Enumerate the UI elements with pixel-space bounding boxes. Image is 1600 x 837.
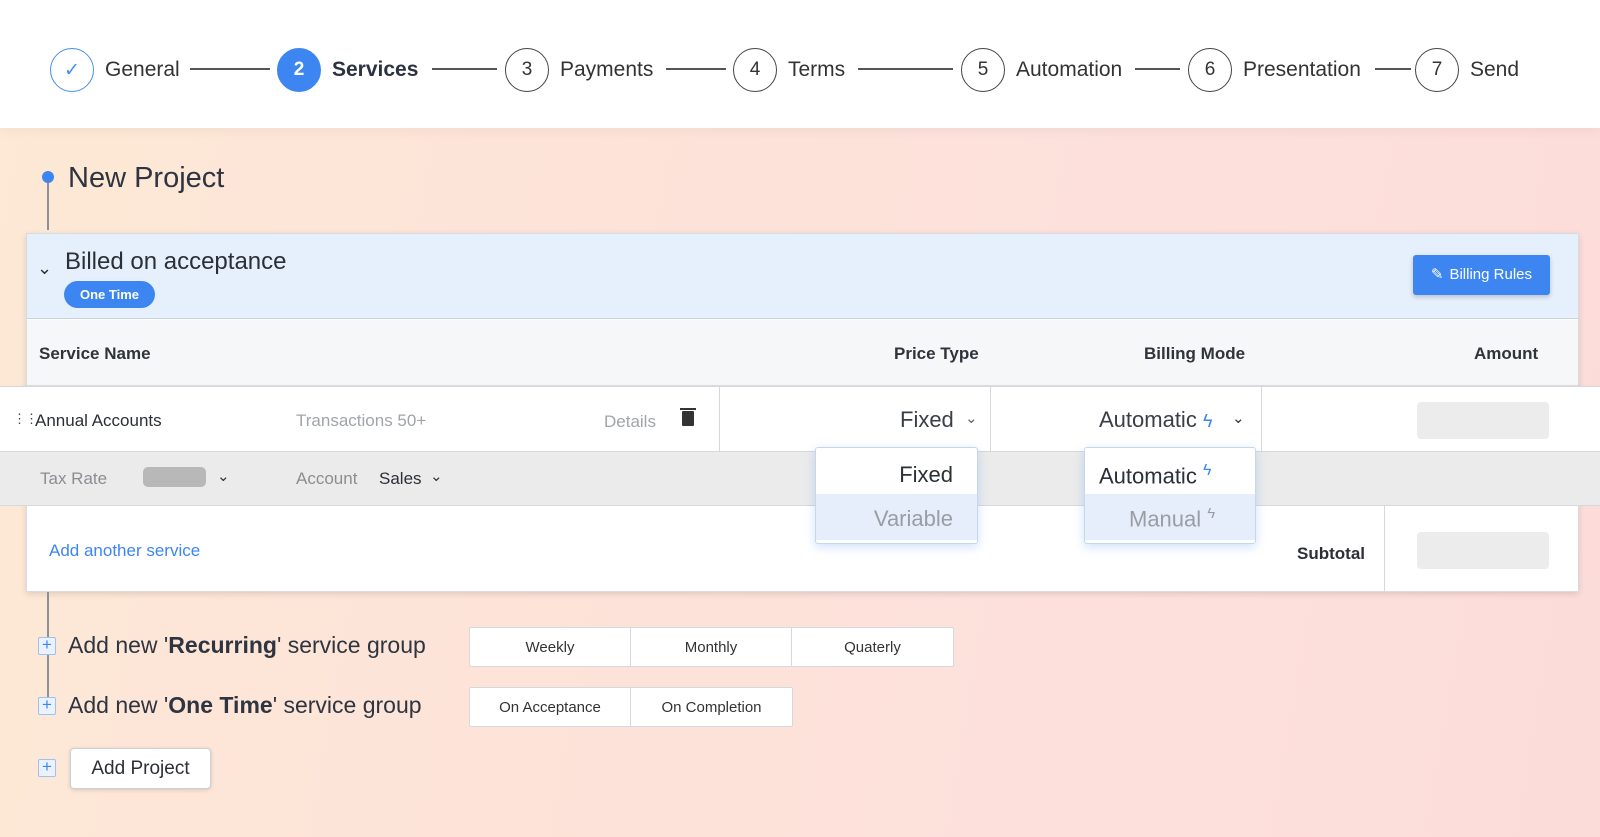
- option-label: Automatic: [1099, 463, 1197, 489]
- dropdown-option-automatic[interactable]: Automatic ϟ: [1085, 448, 1255, 494]
- cell-divider: [990, 387, 991, 453]
- column-billing-mode: Billing Mode: [1144, 344, 1246, 363]
- step-connector: [1135, 68, 1180, 70]
- step-number: 6: [1188, 48, 1232, 92]
- cell-divider: [1261, 387, 1262, 453]
- group-title: Billed on acceptance: [65, 248, 287, 275]
- step-general[interactable]: ✓ General: [50, 48, 180, 92]
- table-header: Service Name Price Type Billing Mode Amo…: [27, 320, 1578, 386]
- step-connector: [1375, 68, 1411, 70]
- one-time-trigger-group: On Acceptance On Completion: [469, 687, 793, 727]
- group-header: ⌄ Billed on acceptance One Time ✎ Billin…: [27, 234, 1578, 319]
- step-connector: [666, 68, 726, 70]
- step-label: Payments: [560, 58, 654, 81]
- billing-mode-dropdown: Automatic ϟ Manual ϟ: [1084, 447, 1256, 544]
- project-title: New Project: [68, 162, 225, 194]
- group-type-badge: One Time: [64, 281, 156, 308]
- column-price-type: Price Type: [894, 344, 979, 363]
- billing-mode-value: Automatic: [1099, 407, 1197, 432]
- account-label: Account: [296, 469, 358, 488]
- progress-stepper: ✓ General 2 Services 3 Payments 4 Terms …: [0, 0, 1600, 128]
- option-label: Manual: [1129, 506, 1202, 532]
- step-label: Send: [1470, 58, 1520, 81]
- label-prefix: Add new ': [68, 632, 169, 658]
- step-automation[interactable]: 5 Automation: [961, 48, 1122, 92]
- label-suffix: ' service group: [276, 632, 426, 658]
- label-suffix: ' service group: [272, 692, 422, 718]
- plus-icon[interactable]: +: [38, 636, 56, 655]
- tax-rate-select[interactable]: [143, 467, 206, 487]
- step-label: Automation: [1016, 58, 1123, 81]
- step-label: General: [105, 58, 180, 81]
- subtotal-value: [1417, 532, 1549, 569]
- weekly-button[interactable]: Weekly: [470, 628, 631, 666]
- label-group-name: Recurring: [168, 632, 277, 658]
- service-subrow: Tax Rate ⌄ Account Sales ⌄: [0, 452, 1600, 506]
- add-recurring-group-label: Add new 'Recurring' service group: [68, 632, 426, 659]
- plus-icon[interactable]: +: [38, 696, 56, 715]
- drag-handle-icon[interactable]: ⋮⋮: [13, 411, 38, 427]
- step-send[interactable]: 7 Send: [1415, 48, 1519, 92]
- add-project-button[interactable]: Add Project: [70, 748, 211, 789]
- step-label: Terms: [788, 58, 846, 81]
- recurring-frequency-group: Weekly Monthly Quaterly: [469, 627, 954, 667]
- bolt-icon: ϟ: [1202, 411, 1213, 431]
- trash-icon[interactable]: [680, 408, 696, 426]
- dropdown-option-manual[interactable]: Manual ϟ: [1085, 494, 1255, 540]
- step-number: 2: [277, 48, 321, 92]
- step-connector: [858, 68, 953, 70]
- monthly-button[interactable]: Monthly: [631, 628, 792, 666]
- billing-mode-select[interactable]: Automatic ϟ: [1099, 407, 1212, 433]
- price-type-dropdown: Fixed Variable: [815, 447, 978, 544]
- pencil-icon: ✎: [1430, 266, 1444, 283]
- timeline-line: [47, 178, 49, 230]
- plus-icon[interactable]: +: [38, 758, 56, 777]
- chevron-down-icon[interactable]: ⌄: [965, 409, 978, 427]
- check-icon: ✓: [50, 48, 94, 92]
- step-label: Services: [332, 58, 419, 81]
- add-one-time-group-label: Add new 'One Time' service group: [68, 692, 422, 719]
- column-service-name: Service Name: [39, 344, 151, 363]
- step-number: 5: [961, 48, 1005, 92]
- step-terms[interactable]: 4 Terms: [733, 48, 845, 92]
- quarterly-button[interactable]: Quaterly: [792, 628, 953, 666]
- step-number: 3: [505, 48, 549, 92]
- price-type-select[interactable]: Fixed: [900, 407, 954, 433]
- bolt-icon: ϟ: [1202, 462, 1212, 479]
- billing-rules-label: Billing Rules: [1449, 266, 1532, 283]
- table-row: ⋮⋮ Annual Accounts Transactions 50+ Deta…: [0, 386, 1600, 453]
- chevron-down-icon[interactable]: ⌄: [430, 467, 443, 485]
- step-connector: [432, 68, 497, 70]
- step-number: 4: [733, 48, 777, 92]
- billing-rules-button[interactable]: ✎ Billing Rules: [1412, 255, 1550, 295]
- step-connector: [190, 68, 270, 70]
- bolt-outline-icon: ϟ: [1207, 505, 1216, 522]
- on-completion-button[interactable]: On Completion: [631, 688, 792, 726]
- step-number: 7: [1415, 48, 1459, 92]
- service-description-field[interactable]: Transactions 50+: [296, 411, 426, 431]
- step-services[interactable]: 2 Services: [277, 48, 418, 92]
- label-group-name: One Time: [168, 692, 273, 718]
- amount-input[interactable]: [1417, 402, 1549, 439]
- dropdown-option-variable[interactable]: Variable: [816, 494, 977, 540]
- step-label: Presentation: [1243, 58, 1361, 81]
- step-presentation[interactable]: 6 Presentation: [1188, 48, 1361, 92]
- column-amount: Amount: [1474, 344, 1539, 363]
- timeline-dot: [42, 171, 54, 183]
- chevron-down-icon[interactable]: ⌄: [1232, 409, 1245, 427]
- tax-rate-label: Tax Rate: [40, 469, 108, 488]
- account-select[interactable]: Sales: [379, 469, 422, 489]
- subtotal-label: Subtotal: [1297, 544, 1365, 563]
- chevron-down-icon[interactable]: ⌄: [217, 467, 230, 485]
- dropdown-option-fixed[interactable]: Fixed: [816, 448, 977, 494]
- details-link[interactable]: Details: [604, 412, 656, 432]
- cell-divider: [719, 387, 720, 453]
- add-service-link[interactable]: Add another service: [49, 541, 200, 561]
- cell-divider: [1384, 506, 1385, 592]
- service-name-field[interactable]: Annual Accounts: [35, 411, 162, 431]
- label-prefix: Add new ': [68, 692, 169, 718]
- step-payments[interactable]: 3 Payments: [505, 48, 653, 92]
- on-acceptance-button[interactable]: On Acceptance: [470, 688, 631, 726]
- chevron-down-icon[interactable]: ⌄: [37, 258, 52, 279]
